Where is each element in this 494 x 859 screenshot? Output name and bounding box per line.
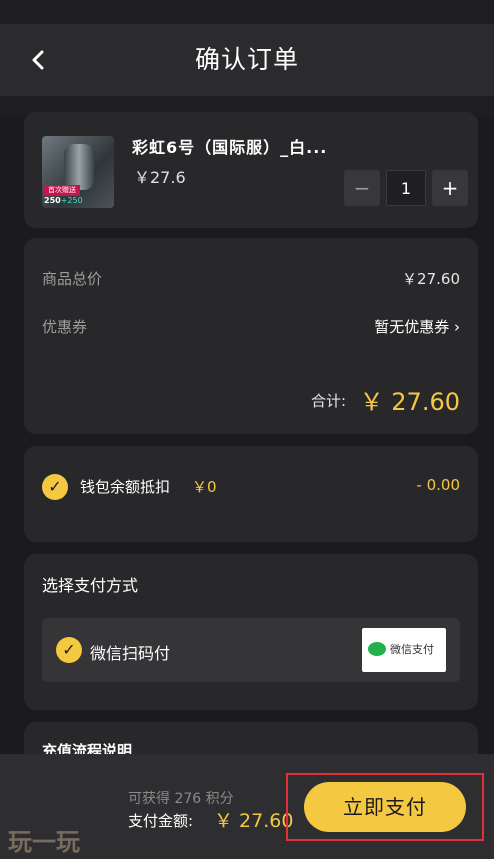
header: 确认订单: [0, 0, 494, 118]
total-label: 合计:: [310, 392, 346, 410]
header-bar: 确认订单: [0, 24, 494, 96]
wallet-label: 钱包余额抵扣: [80, 478, 171, 496]
coupon-value: 暂无优惠券: [374, 318, 450, 336]
thumbnail-points-bonus: +250: [60, 196, 83, 205]
thumbnail-tag: 首次赠送: [44, 185, 80, 196]
increase-button[interactable]: +: [432, 170, 468, 206]
product-thumbnail: 首次赠送 250+250: [42, 136, 114, 208]
chevron-right-icon: ›: [454, 318, 460, 336]
payment-method-title: 选择支付方式: [42, 576, 139, 595]
wallet-deduction: - 0.00: [416, 476, 460, 494]
subtotal-value: ￥27.60: [402, 270, 460, 288]
thumbnail-points: 250+250: [44, 196, 83, 205]
payment-method-card: 选择支付方式 ✓ 微信扫码付 微信支付: [24, 554, 478, 710]
pay-now-button[interactable]: 立即支付: [304, 782, 466, 832]
pay-amount-value: ￥ 27.60: [214, 810, 294, 832]
wechat-icon: [368, 642, 386, 656]
price-summary-card: 商品总价 ￥27.60 优惠券 暂无优惠券 › 合计: ￥ 27.60: [24, 238, 478, 434]
points-earned: 可获得 276 积分: [128, 791, 234, 807]
decrease-button[interactable]: −: [344, 170, 380, 206]
payment-option-label: 微信扫码付: [90, 644, 171, 663]
pay-amount-label: 支付金额:: [128, 812, 194, 830]
coupon-selector[interactable]: 暂无优惠券 ›: [374, 316, 460, 337]
product-name: 彩虹6号（国际服）_白...: [132, 138, 328, 157]
wallet-card: ✓ 钱包余额抵扣 ￥0 - 0.00: [24, 446, 478, 542]
watermark-logo: 玩一玩: [8, 828, 80, 856]
product-price: ￥27.6: [134, 168, 186, 187]
quantity-field[interactable]: 1: [386, 170, 426, 206]
thumbnail-points-base: 250: [44, 196, 61, 205]
wallet-balance: ￥0: [192, 478, 217, 496]
total-value: ￥ 27.60: [359, 388, 460, 416]
coupon-label: 优惠券: [42, 318, 88, 336]
payment-option-wechat[interactable]: ✓ 微信扫码付 微信支付: [42, 618, 460, 682]
wechat-pay-logo-text: 微信支付: [390, 643, 434, 656]
wechat-pay-logo: 微信支付: [362, 628, 446, 672]
product-image: [64, 144, 94, 190]
payment-check-icon: ✓: [56, 637, 82, 663]
product-card: 首次赠送 250+250 彩虹6号（国际服）_白... ￥27.6 − 1 +: [24, 112, 478, 228]
wallet-check-icon[interactable]: ✓: [42, 474, 68, 500]
subtotal-label: 商品总价: [42, 270, 103, 288]
page-title: 确认订单: [194, 45, 299, 74]
